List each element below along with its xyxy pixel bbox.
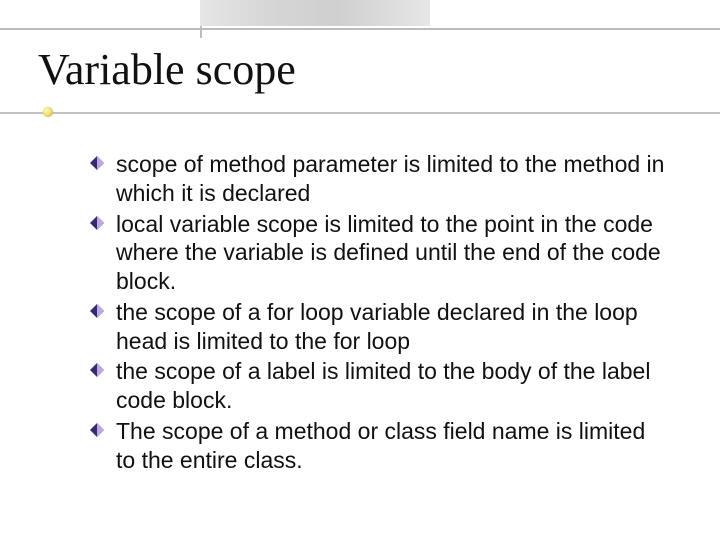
list-item: scope of method parameter is limited to … (90, 150, 670, 208)
diamond-bullet-icon (90, 156, 104, 170)
list-item-text: the scope of a label is limited to the b… (116, 358, 650, 413)
diamond-bullet-icon (90, 216, 104, 230)
header-decoration (0, 0, 720, 34)
header-vertical-tick (200, 26, 202, 38)
diamond-bullet-icon (90, 304, 104, 318)
list-item-text: The scope of a method or class field nam… (116, 418, 645, 473)
header-gradient-bar (200, 0, 430, 26)
list-item: The scope of a method or class field nam… (90, 417, 670, 475)
list-item: local variable scope is limited to the p… (90, 210, 670, 296)
diamond-bullet-icon (90, 363, 104, 377)
list-item: the scope of a for loop variable declare… (90, 298, 670, 356)
header-horizontal-line (0, 28, 720, 30)
slide: Variable scope scope of method parameter… (0, 0, 720, 540)
list-item-text: scope of method parameter is limited to … (116, 151, 664, 206)
list-item-text: the scope of a for loop variable declare… (116, 299, 638, 354)
title-underline (0, 112, 720, 114)
diamond-bullet-icon (90, 423, 104, 437)
list-item: the scope of a label is limited to the b… (90, 357, 670, 415)
bullet-list: scope of method parameter is limited to … (90, 150, 670, 476)
list-item-text: local variable scope is limited to the p… (116, 211, 661, 295)
title-accent-dot-icon (43, 107, 53, 117)
slide-title: Variable scope (38, 44, 296, 95)
